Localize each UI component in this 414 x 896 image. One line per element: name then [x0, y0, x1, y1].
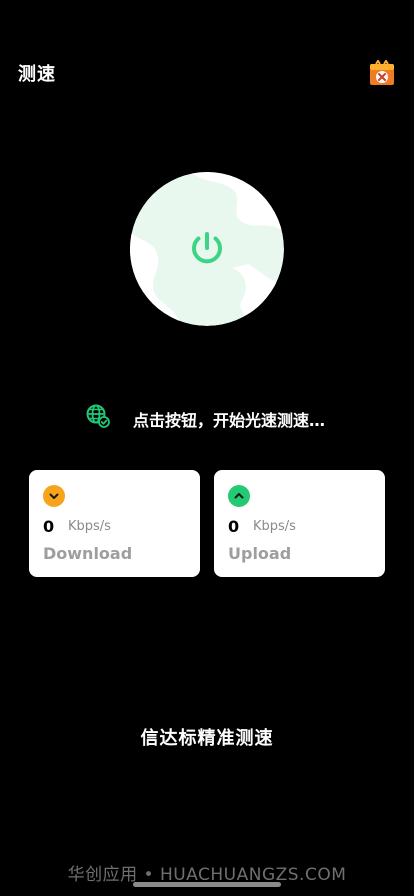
chevron-down-icon: [43, 485, 65, 507]
globe-check-icon: [86, 404, 110, 428]
download-label: Download: [43, 544, 133, 563]
status-text: 点击按钮，开始光速测速…: [133, 411, 326, 430]
upload-card: 0 Kbps/s Upload: [214, 470, 385, 577]
upload-value: 0: [228, 517, 240, 536]
gift-shop-icon[interactable]: [369, 59, 395, 86]
start-speed-test-button[interactable]: [130, 172, 284, 326]
page-title: 测速: [18, 64, 56, 85]
download-unit: Kbps/s: [68, 519, 111, 534]
upload-label: Upload: [228, 544, 292, 563]
download-card: 0 Kbps/s Download: [29, 470, 200, 577]
app-brand-title: 信达标精准测速: [140, 728, 274, 749]
status-row: 点击按钮，开始光速测速…: [0, 404, 414, 432]
download-value: 0: [43, 517, 55, 536]
home-indicator[interactable]: [133, 882, 281, 887]
upload-unit: Kbps/s: [253, 519, 296, 534]
chevron-up-icon: [228, 485, 250, 507]
